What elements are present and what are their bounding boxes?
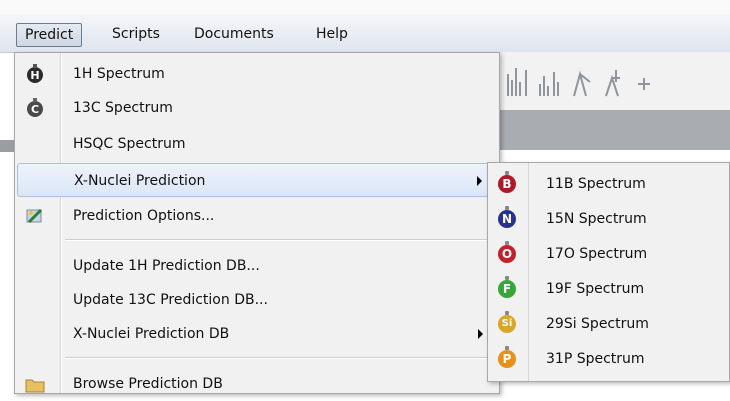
svg-text:C: C (31, 103, 39, 116)
menu-item-13c-spectrum[interactable]: C 13C Spectrum (17, 91, 495, 125)
submenu-item-label: 15N Spectrum (546, 211, 647, 227)
menu-item-label: Browse Prediction DB (73, 376, 223, 392)
menu-item-label: Update 1H Prediction DB... (73, 258, 260, 274)
background-toolbar (498, 52, 730, 110)
menu-item-label: 1H Spectrum (73, 66, 165, 82)
spectrum-toolbar-icons (507, 68, 650, 97)
options-icon (26, 208, 43, 224)
menu-predict[interactable]: Predict (16, 23, 83, 47)
menu-item-prediction-options[interactable]: Prediction Options... (17, 199, 495, 233)
menu-item-label: HSQC Spectrum (73, 136, 186, 152)
nitrogen-atom-icon: N (498, 206, 516, 228)
menu-item-label: X-Nuclei Prediction DB (73, 326, 230, 342)
peak-pick-icon (573, 70, 591, 97)
menu-item-label: Update 13C Prediction DB... (73, 292, 268, 308)
integrate-icon (605, 70, 620, 97)
spectrum-icon-1 (507, 68, 527, 96)
c-atom-icon: C (27, 98, 43, 117)
menu-item-label: Prediction Options... (73, 208, 215, 224)
predict-dropdown: H 1H Spectrum C 13C Spectrum HSQC Spectr… (14, 52, 500, 394)
submenu-item-11b[interactable]: B 11B Spectrum (492, 167, 724, 202)
background-panel (498, 110, 730, 150)
menu-help[interactable]: Help (308, 23, 356, 45)
phosphorus-atom-icon: P (498, 346, 516, 368)
menu-documents[interactable]: Documents (186, 23, 282, 45)
menu-item-x-nuclei-prediction-db[interactable]: X-Nuclei Prediction DB (17, 317, 495, 351)
menubar: Predict Scripts Documents Help (0, 14, 730, 53)
menu-item-update-13c-db[interactable]: Update 13C Prediction DB... (17, 283, 495, 317)
menu-item-1h-spectrum[interactable]: H 1H Spectrum (17, 57, 495, 91)
submenu-item-label: 19F Spectrum (546, 281, 645, 297)
submenu-item-label: 17O Spectrum (546, 246, 648, 262)
window-top-strip (0, 0, 730, 14)
submenu-item-17o[interactable]: O 17O Spectrum (492, 237, 724, 272)
oxygen-atom-icon: O (498, 241, 516, 263)
background-panel-edge (0, 140, 14, 152)
silicon-atom-icon: Si (498, 311, 516, 333)
folder-icon (25, 379, 45, 393)
submenu-item-label: 31P Spectrum (546, 351, 645, 367)
menu-item-update-1h-db[interactable]: Update 1H Prediction DB... (17, 249, 495, 283)
menu-item-label: 13C Spectrum (73, 100, 173, 116)
fluorine-atom-icon: F (498, 276, 516, 298)
h-atom-icon: H (27, 64, 43, 83)
submenu-item-label: 11B Spectrum (546, 176, 646, 192)
submenu-item-15n[interactable]: N 15N Spectrum (492, 202, 724, 237)
spectrum-icon-2 (539, 72, 559, 96)
submenu-arrow-icon (477, 176, 482, 186)
submenu-item-29si[interactable]: Si 29Si Spectrum (492, 307, 724, 342)
submenu-item-label: 29Si Spectrum (546, 316, 649, 332)
crosshair-icon (638, 78, 650, 90)
boron-atom-icon: B (498, 171, 516, 193)
svg-text:H: H (30, 69, 39, 82)
menu-separator (65, 239, 491, 241)
menu-item-browse-prediction-db[interactable]: Browse Prediction DB (17, 367, 495, 401)
menu-item-hsqc-spectrum[interactable]: HSQC Spectrum (17, 127, 495, 161)
menu-scripts[interactable]: Scripts (104, 23, 168, 45)
submenu-arrow-icon (478, 329, 483, 339)
x-nuclei-submenu: B 11B Spectrum N 15N Spectrum O 17O Spec… (487, 162, 730, 382)
menu-separator (65, 357, 491, 359)
menu-item-label: X-Nuclei Prediction (74, 173, 206, 189)
menu-item-x-nuclei-prediction[interactable]: X-Nuclei Prediction (17, 163, 495, 197)
submenu-item-31p[interactable]: P 31P Spectrum (492, 342, 724, 377)
submenu-item-19f[interactable]: F 19F Spectrum (492, 272, 724, 307)
